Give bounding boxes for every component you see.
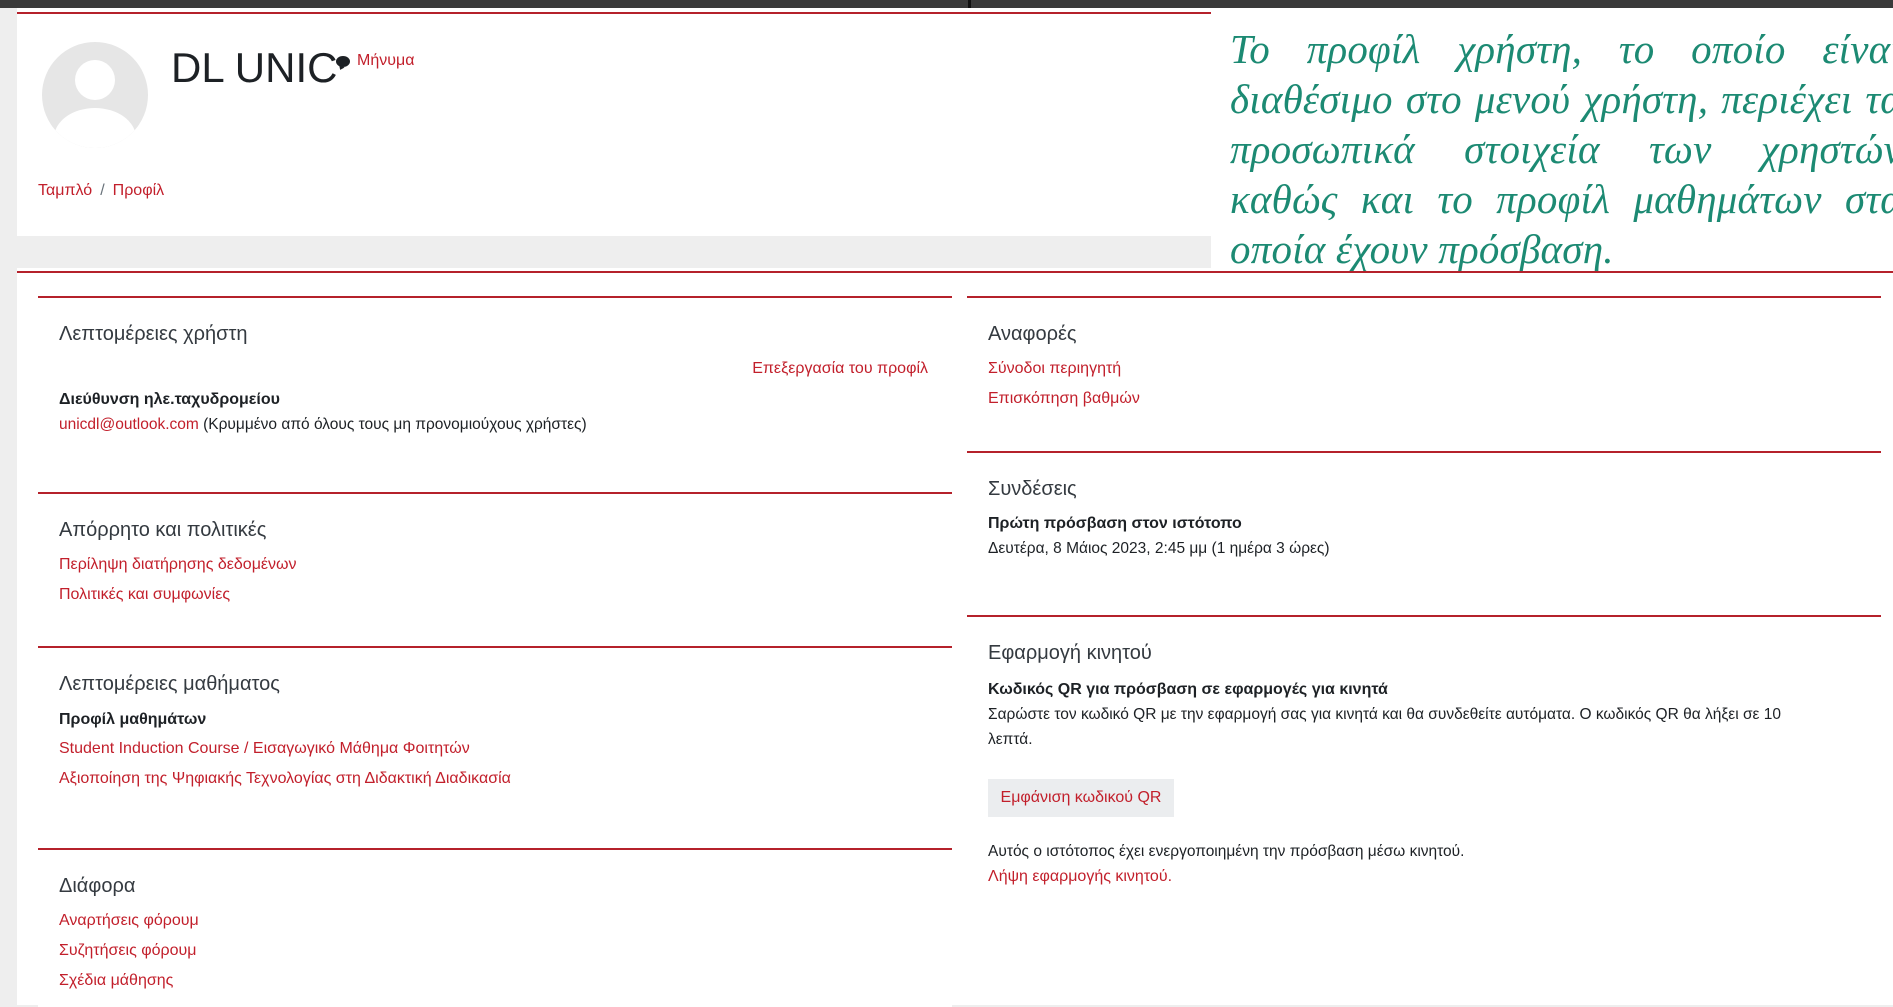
qr-description-line-1: Σαρώστε τον κωδικό QR με την εφαρμογή σα… <box>988 706 1781 723</box>
learning-plans-link[interactable]: Σχέδια μάθησης <box>59 972 173 990</box>
header-footer-band <box>17 236 1211 268</box>
user-name: DL UNIC <box>171 44 338 91</box>
top-bar <box>0 0 1893 8</box>
course-profiles-label: Προφίλ μαθημάτων <box>59 711 207 728</box>
annotation-callout: Το προφίλ χρήστη, το οποίο είναι διαθέσι… <box>1211 10 1893 272</box>
course-details-title: Λεπτομέρειες μαθήματος <box>59 673 280 695</box>
mobile-app-section: Εφαρμογή κινητού Κωδικός QR για πρόσβαση… <box>967 615 1881 917</box>
avatar-head-shape <box>75 60 115 100</box>
message-button[interactable]: Μήνυμα <box>336 52 414 70</box>
policies-agreements-link[interactable]: Πολιτικές και συμφωνίες <box>59 586 230 604</box>
email-link[interactable]: unicdl@outlook.com <box>59 416 199 433</box>
misc-section: Διάφορα Αναρτήσεις φόρουμ Συζητήσεις φόρ… <box>38 848 952 1007</box>
download-mobile-app-link[interactable]: Λήψη εφαρμογής κινητού. <box>988 868 1172 886</box>
browser-sessions-link[interactable]: Σύνοδοι περιηγητή <box>988 360 1121 378</box>
breadcrumb-separator: / <box>100 182 105 199</box>
profile-header: DL UNIC Μήνυμα Ταμπλό / Προφίλ <box>17 12 1211 238</box>
course-link-digital-technology[interactable]: Αξιοποίηση της Ψηφιακής Τεχνολογίας στη … <box>59 770 511 788</box>
annotation-text: Το προφίλ χρήστη, το οποίο είναι διαθέσι… <box>1230 26 1893 272</box>
privacy-title: Απόρρητο και πολιτικές <box>59 519 267 541</box>
show-qr-code-button[interactable]: Εμφάνιση κωδικού QR <box>988 779 1174 817</box>
misc-title: Διάφορα <box>59 875 136 897</box>
header-divider <box>17 271 1893 273</box>
breadcrumb-dashboard[interactable]: Ταμπλό <box>38 182 92 200</box>
message-label: Μήνυμα <box>357 52 415 69</box>
breadcrumb: Ταμπλό / Προφίλ <box>38 182 164 200</box>
grades-overview-link[interactable]: Επισκόπηση βαθμών <box>988 390 1140 408</box>
email-note: (Κρυμμένο από όλους τους μη προνομιούχου… <box>198 416 587 433</box>
top-bar-divider <box>968 0 971 8</box>
forum-discussions-link[interactable]: Συζητήσεις φόρουμ <box>59 942 196 960</box>
qr-description-line-2: λεπτά. <box>988 731 1033 748</box>
logins-title: Συνδέσεις <box>988 478 1077 500</box>
email-label: Διεύθυνση ηλε.ταχυδρομείου <box>59 391 280 408</box>
user-details-section: Λεπτομέρειες χρήστη Επεξεργασία του προφ… <box>38 296 952 494</box>
privacy-section: Απόρρητο και πολιτικές Περίληψη διατήρησ… <box>38 492 952 648</box>
left-gutter <box>0 8 17 1005</box>
edit-profile-link[interactable]: Επεξεργασία του προφίλ <box>752 360 928 378</box>
user-details-title: Λεπτομέρειες χρήστη <box>59 323 248 345</box>
qr-code-label: Κωδικός QR για πρόσβαση σε εφαρμογές για… <box>988 681 1388 698</box>
email-row: unicdl@outlook.com (Κρυμμένο από όλους τ… <box>59 416 587 434</box>
first-access-value: Δευτέρα, 8 Μάιος 2023, 2:45 μμ (1 ημέρα … <box>988 540 1330 557</box>
data-retention-summary-link[interactable]: Περίληψη διατήρησης δεδομένων <box>59 556 297 574</box>
breadcrumb-profile[interactable]: Προφίλ <box>113 182 164 200</box>
avatar[interactable] <box>42 42 148 148</box>
chat-bubble-icon <box>336 55 350 67</box>
reports-section: Αναφορές Σύνοδοι περιηγητή Επισκόπηση βα… <box>967 296 1881 453</box>
mobile-app-title: Εφαρμογή κινητού <box>988 642 1152 664</box>
mobile-access-status: Αυτός ο ιστότοπος έχει ενεργοποιημένη τη… <box>988 843 1465 860</box>
course-details-section: Λεπτομέρειες μαθήματος Προφίλ μαθημάτων … <box>38 646 952 850</box>
reports-title: Αναφορές <box>988 323 1077 345</box>
avatar-body-shape <box>54 108 136 148</box>
forum-posts-link[interactable]: Αναρτήσεις φόρουμ <box>59 912 199 930</box>
course-link-student-induction[interactable]: Student Induction Course / Εισαγωγικό Μά… <box>59 740 470 758</box>
logins-section: Συνδέσεις Πρώτη πρόσβαση στον ιστότοπο Δ… <box>967 451 1881 617</box>
first-access-label: Πρώτη πρόσβαση στον ιστότοπο <box>988 515 1242 532</box>
